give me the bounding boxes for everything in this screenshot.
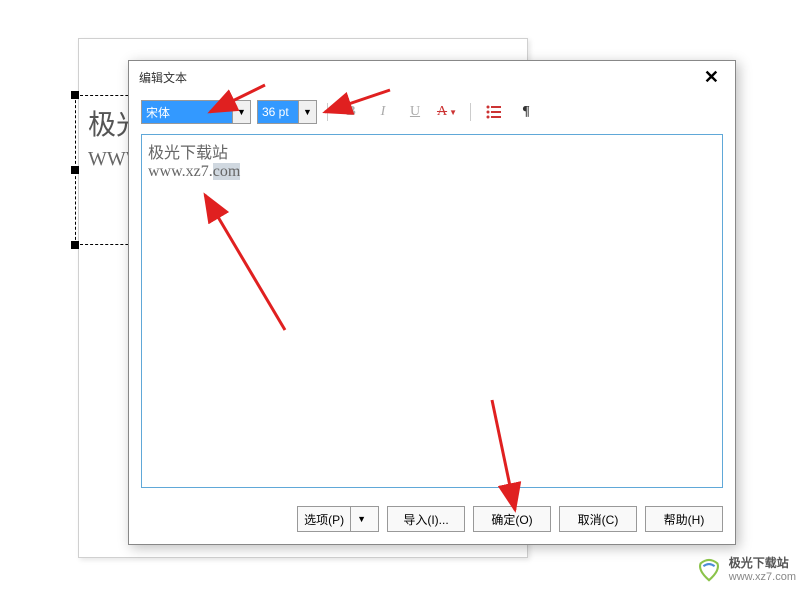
text-edit-area[interactable]: 极光下载站 www.xz7.com [141, 134, 723, 488]
list-button[interactable] [481, 100, 507, 124]
font-name-dropdown-icon[interactable]: ▼ [232, 101, 250, 123]
watermark-name: 极光下载站 [729, 554, 796, 571]
paragraph-button[interactable]: ¶ [513, 100, 539, 124]
font-color-dropdown-icon: ▼ [449, 108, 457, 117]
italic-button[interactable]: I [370, 100, 396, 124]
underline-button[interactable]: U [402, 100, 428, 124]
options-button-label: 选项(P) [304, 511, 344, 528]
help-button[interactable]: 帮助(H) [645, 506, 723, 532]
font-color-button[interactable]: A ▼ [434, 100, 460, 124]
close-button[interactable]: ✕ [698, 67, 725, 88]
ok-button[interactable]: 确定(O) [473, 506, 551, 532]
selected-text: com [213, 163, 241, 180]
toolbar-separator [327, 103, 328, 121]
toolbar-separator-2 [470, 103, 471, 121]
list-icon [486, 105, 502, 119]
font-size-combo[interactable]: ▼ [257, 100, 317, 124]
font-name-input[interactable] [142, 101, 232, 123]
text-content-line1: 极光下载站 [148, 139, 716, 163]
font-size-dropdown-icon[interactable]: ▼ [298, 101, 316, 123]
watermark-logo-icon [695, 555, 723, 583]
font-name-combo[interactable]: ▼ [141, 100, 251, 124]
text-content-line2: www.xz7.com [148, 163, 716, 181]
selection-handle-middle-left[interactable] [71, 166, 79, 174]
font-color-icon: A [437, 104, 447, 120]
edit-text-dialog: 编辑文本 ✕ ▼ ▼ B I U A ▼ [128, 60, 736, 545]
dialog-button-bar: 选项(P) ▼ 导入(I)... 确定(O) 取消(C) 帮助(H) [129, 498, 735, 544]
font-size-input[interactable] [258, 101, 298, 123]
cancel-button[interactable]: 取消(C) [559, 506, 637, 532]
watermark-text: 极光下载站 www.xz7.com [729, 554, 796, 583]
options-dropdown-icon: ▼ [350, 507, 372, 531]
format-toolbar: ▼ ▼ B I U A ▼ ¶ [129, 94, 735, 130]
import-button[interactable]: 导入(I)... [387, 506, 465, 532]
selection-handle-top-left[interactable] [71, 91, 79, 99]
dialog-titlebar[interactable]: 编辑文本 ✕ [129, 61, 735, 94]
bold-button[interactable]: B [338, 100, 364, 124]
selection-handle-bottom-left[interactable] [71, 241, 79, 249]
watermark: 极光下载站 www.xz7.com [695, 554, 796, 583]
options-button[interactable]: 选项(P) ▼ [297, 506, 379, 532]
watermark-url: www.xz7.com [729, 571, 796, 583]
dialog-title: 编辑文本 [139, 69, 187, 86]
